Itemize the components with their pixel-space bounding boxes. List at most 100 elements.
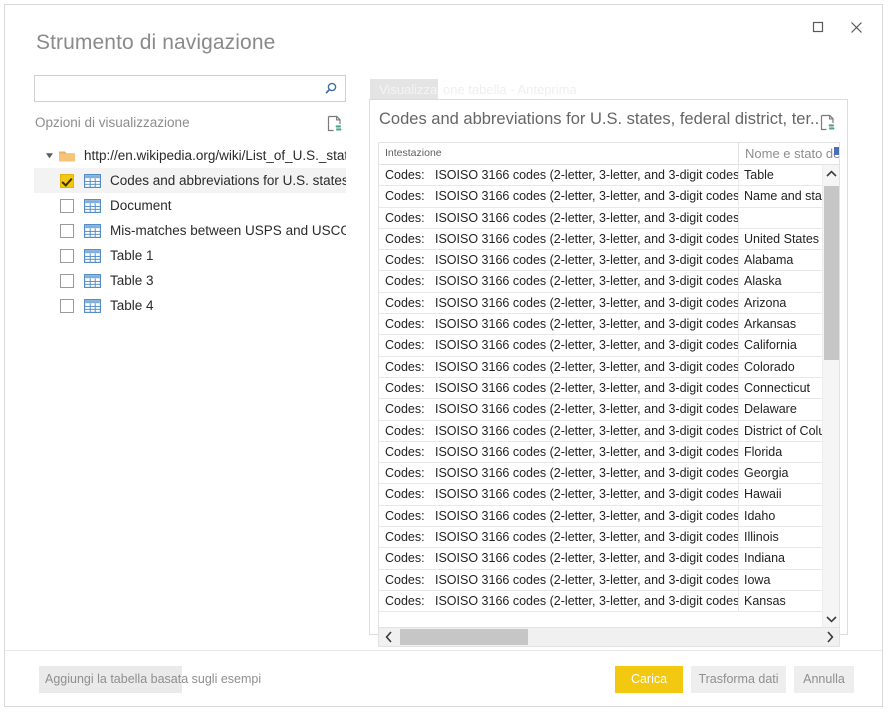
scroll-right-icon[interactable] bbox=[820, 628, 839, 646]
column-header-intestazione[interactable]: Intestazione bbox=[379, 143, 739, 164]
table-grid-icon bbox=[84, 173, 101, 188]
tree-item-table-4[interactable]: Table 4 bbox=[34, 293, 346, 318]
cell-intestazione: ISOISO 3166 codes (2-letter, 3-letter, a… bbox=[435, 271, 739, 292]
table-row: Codes: ISOISO 3166 codes (2-letter, 3-let… bbox=[379, 335, 839, 357]
load-button[interactable]: Carica bbox=[615, 666, 683, 693]
vertical-scrollbar-thumb[interactable] bbox=[824, 186, 839, 360]
close-button[interactable] bbox=[838, 13, 874, 41]
scroll-down-icon[interactable] bbox=[823, 610, 839, 627]
maximize-icon bbox=[812, 21, 824, 33]
transform-data-button[interactable]: Trasforma dati bbox=[691, 666, 786, 693]
chevron-left-glyph bbox=[385, 631, 392, 643]
cell-intestazione: ISOISO 3166 codes (2-letter, 3-letter, a… bbox=[435, 441, 739, 462]
tree-item-label: Codes and abbreviations for U.S. states,… bbox=[110, 173, 346, 188]
search-icon[interactable] bbox=[321, 79, 341, 99]
table-row: Codes: ISOISO 3166 codes (2-letter, 3-let… bbox=[379, 165, 839, 187]
cell-key: Codes: bbox=[385, 530, 425, 545]
table-row: Codes: ISOISO 3166 codes (2-letter, 3-let… bbox=[379, 377, 839, 400]
cell-key: Codes: bbox=[385, 168, 425, 182]
tree-item-label: Mis-matches between USPS and USCG co... bbox=[110, 223, 346, 238]
navigator-right-pane: Visualizzazi one tabella - Anteprima Cod… bbox=[365, 77, 852, 647]
scroll-up-icon[interactable] bbox=[823, 165, 839, 182]
vertical-scrollbar[interactable] bbox=[822, 165, 839, 627]
table-row: Codes: ISOISO 3166 codes (2-letter, 3-let… bbox=[379, 292, 839, 315]
cell-intestazione: ISOISO 3166 codes (2-letter, 3-letter, a… bbox=[435, 314, 739, 335]
cell-intestazione: ISOISO 3166 codes (2-letter, 3-letter, a… bbox=[435, 356, 739, 377]
checkbox-table-4[interactable] bbox=[60, 298, 74, 313]
table-row: Codes: ISOISO 3166 codes (2-letter, 3-let… bbox=[379, 569, 839, 591]
cell-key: Codes: bbox=[385, 508, 425, 523]
chevron-down-icon[interactable] bbox=[42, 149, 56, 163]
tree-item-label: Table 1 bbox=[110, 248, 154, 263]
checkbox-mis-matches[interactable] bbox=[60, 223, 74, 238]
tree-root-label: http://en.wikipedia.org/wiki/List_of_U.S… bbox=[84, 148, 346, 163]
table-row: Codes: ISOISO 3166 codes (2-letter, 3-let… bbox=[379, 441, 839, 464]
table-grid-glyph bbox=[84, 298, 101, 313]
checkbox-document[interactable] bbox=[60, 198, 74, 213]
refresh-document-icon[interactable] bbox=[817, 112, 839, 134]
cell-key: Codes: bbox=[385, 444, 425, 459]
tree-root-node[interactable]: http://en.wikipedia.org/wiki/List_of_U.S… bbox=[34, 143, 346, 168]
chevron-up-glyph bbox=[826, 169, 837, 177]
chevron-right-glyph bbox=[826, 631, 833, 643]
horizontal-scrollbar-thumb[interactable] bbox=[400, 629, 528, 645]
cell-intestazione: ISOISO 3166 codes (2-letter, 3-letter, a… bbox=[435, 292, 739, 313]
preview-panel: Codes and abbreviations for U.S. states,… bbox=[369, 99, 848, 647]
table-grid-icon bbox=[84, 198, 101, 213]
tree-item-table-3[interactable]: Table 3 bbox=[34, 268, 346, 293]
cell-intestazione: ISOISO 3166 codes (2-letter, 3-letter, a… bbox=[435, 399, 739, 420]
display-options-row: Opzioni di visualizzazione bbox=[34, 113, 346, 135]
search-box[interactable] bbox=[34, 75, 346, 102]
tree-item-document[interactable]: Document bbox=[34, 193, 346, 218]
close-icon bbox=[850, 21, 862, 33]
cell-key: Codes: bbox=[385, 572, 425, 587]
cancel-button[interactable]: Annulla bbox=[794, 666, 854, 693]
table-row: Codes: ISOISO 3166 codes (2-letter, 3-let… bbox=[379, 548, 839, 570]
cell-intestazione: ISOISO 3166 codes (2-letter, 3-letter, a… bbox=[435, 527, 739, 548]
scroll-left-icon[interactable] bbox=[379, 628, 398, 646]
folder-icon bbox=[58, 148, 76, 164]
tree-item-table-1[interactable]: Table 1 bbox=[34, 243, 346, 268]
tree-item-label: Document bbox=[110, 198, 172, 213]
grid-body: Codes: ISOISO 3166 codes (2-letter, 3-let… bbox=[379, 165, 839, 627]
cell-intestazione: ISOISO 3166 codes (2-letter, 3-letter, a… bbox=[435, 548, 739, 569]
cell-key: Codes: bbox=[385, 317, 425, 332]
maximize-button[interactable] bbox=[800, 13, 836, 41]
cell-key: Codes: bbox=[385, 551, 425, 566]
tree-item-mis-matches[interactable]: Mis-matches between USPS and USCG co... bbox=[34, 218, 346, 243]
column-header-clipped-marker bbox=[834, 147, 839, 155]
cell-intestazione: ISOISO 3166 codes (2-letter, 3-letter, a… bbox=[435, 463, 739, 484]
tree-item-codes-abbreviations[interactable]: Codes and abbreviations for U.S. states,… bbox=[34, 168, 346, 193]
folder-glyph bbox=[59, 151, 75, 161]
preview-tabstrip: Visualizzazi one tabella - Anteprima bbox=[365, 77, 852, 101]
table-row: Codes: ISOISO 3166 codes (2-letter, 3-let… bbox=[379, 271, 839, 293]
add-example-table-button[interactable]: Aggiungi la tabella basata sugli esempi bbox=[39, 666, 261, 693]
checkbox-table-1[interactable] bbox=[60, 248, 74, 263]
cell-intestazione: ISOISO 3166 codes (2-letter, 3-letter, a… bbox=[435, 505, 739, 526]
checkbox-table-3[interactable] bbox=[60, 273, 74, 288]
table-row: Codes: ISOISO 3166 codes (2-letter, 3-let… bbox=[379, 505, 839, 528]
checkbox-codes-abbreviations[interactable] bbox=[60, 173, 74, 188]
chevron-down-glyph bbox=[826, 615, 837, 623]
refresh-document-icon[interactable] bbox=[324, 113, 346, 135]
column-header-nome-stato[interactable]: Nome e stato del bbox=[739, 143, 839, 164]
grid-header-row: Intestazione Nome e stato del bbox=[379, 143, 839, 165]
table-row: Codes: ISOISO 3166 codes (2-letter, 3-let… bbox=[379, 484, 839, 506]
cell-key: Codes: bbox=[385, 359, 425, 374]
table-grid-glyph bbox=[84, 273, 101, 288]
navigator-dialog: Strumento di navigazione Opzioni di visu… bbox=[4, 4, 883, 707]
table-row: Codes: ISOISO 3166 codes (2-letter, 3-let… bbox=[379, 207, 839, 229]
cell-key: Codes: bbox=[385, 274, 425, 289]
table-row: Codes: ISOISO 3166 codes (2-letter, 3-let… bbox=[379, 399, 839, 421]
cell-key: Codes: bbox=[385, 423, 425, 438]
cell-intestazione: ISOISO 3166 codes (2-letter, 3-letter, a… bbox=[435, 335, 739, 356]
cell-intestazione: ISOISO 3166 codes (2-letter, 3-letter, a… bbox=[435, 420, 739, 441]
table-row: Codes: ISOISO 3166 codes (2-letter, 3-let… bbox=[379, 356, 839, 378]
table-grid-icon bbox=[84, 273, 101, 288]
tree-item-label: Table 3 bbox=[110, 273, 154, 288]
preview-title: Codes and abbreviations for U.S. states,… bbox=[379, 110, 819, 128]
table-row: Codes: ISOISO 3166 codes (2-letter, 3-let… bbox=[379, 314, 839, 336]
search-input[interactable] bbox=[36, 77, 314, 100]
horizontal-scrollbar[interactable] bbox=[378, 627, 840, 647]
tab-visualizzazione[interactable]: Visualizzazi bbox=[370, 79, 438, 101]
